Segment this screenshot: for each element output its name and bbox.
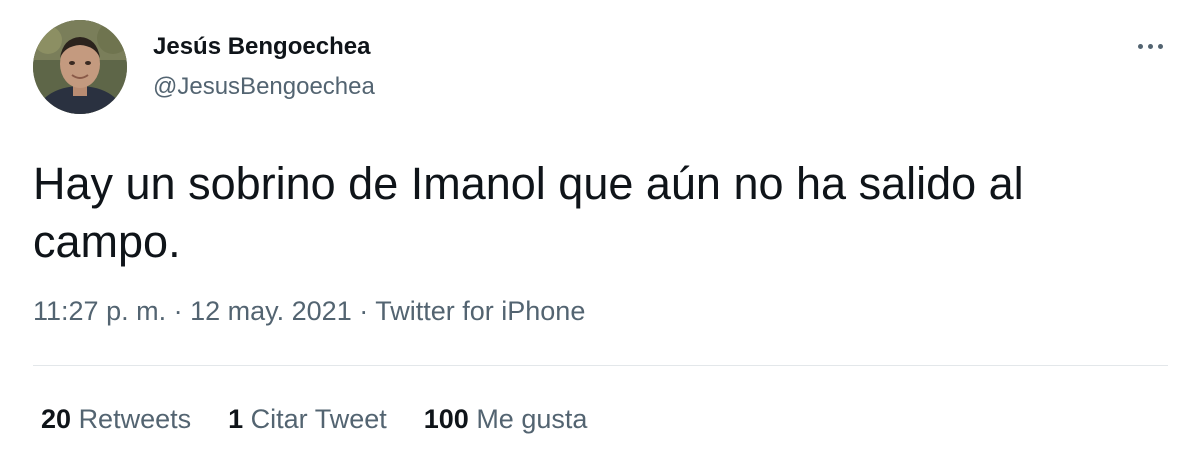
avatar-photo	[33, 20, 127, 114]
tweet-card: Jesús Bengoechea @JesusBengoechea Hay un…	[0, 0, 1200, 472]
more-horizontal-icon-dot	[1157, 43, 1163, 49]
meta-separator: ·	[359, 296, 369, 326]
likes-stat[interactable]: 100 Me gusta	[424, 404, 588, 435]
retweets-label: Retweets	[78, 404, 192, 434]
tweet-text: Hay un sobrino de Imanol que aún no ha s…	[33, 158, 1024, 267]
quote-tweets-count: 1	[228, 404, 244, 434]
retweets-count: 20	[41, 404, 72, 434]
tweet-date[interactable]: 12 may. 2021	[190, 296, 352, 326]
more-horizontal-icon-dot	[1147, 43, 1153, 49]
quote-tweets-label: Citar Tweet	[250, 404, 387, 434]
engagement-stats: 20 Retweets 1 Citar Tweet 100 Me gusta	[41, 404, 624, 435]
avatar[interactable]	[33, 20, 127, 114]
author-handle[interactable]: @JesusBengoechea	[153, 73, 375, 101]
tweet-source[interactable]: Twitter for iPhone	[375, 296, 585, 326]
tweet-meta: 11:27 p. m. · 12 may. 2021 · Twitter for…	[33, 296, 585, 327]
author-name[interactable]: Jesús Bengoechea	[153, 33, 370, 61]
likes-label: Me gusta	[476, 404, 588, 434]
likes-count: 100	[423, 404, 469, 434]
more-options-button[interactable]	[1130, 26, 1170, 66]
retweets-stat[interactable]: 20 Retweets	[41, 404, 191, 435]
more-horizontal-icon	[1137, 43, 1143, 49]
tweet-time[interactable]: 11:27 p. m.	[33, 296, 166, 326]
divider	[33, 365, 1168, 366]
quote-tweets-stat[interactable]: 1 Citar Tweet	[228, 404, 387, 435]
meta-separator: ·	[173, 296, 183, 326]
